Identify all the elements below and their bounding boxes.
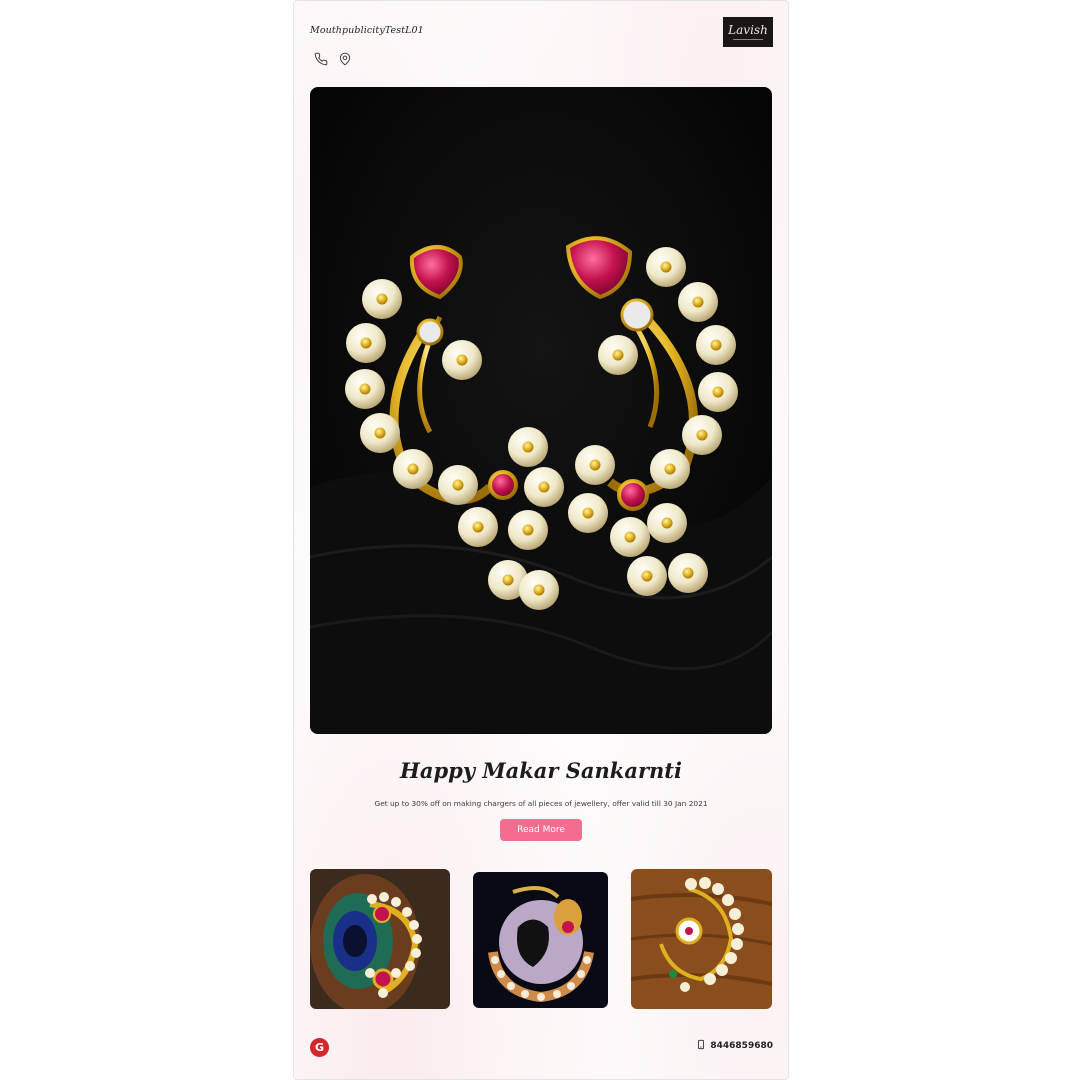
logo-underline (733, 39, 763, 40)
mobile-phone-icon (696, 1039, 706, 1053)
brand-name: MouthpublicityTestL01 (310, 25, 424, 36)
gallery-image-2[interactable] (473, 872, 608, 1008)
logo[interactable]: Lavish (723, 17, 773, 47)
offer-description: Get up to 30% off on making chargers of … (374, 799, 708, 808)
gallery-image-1[interactable] (310, 869, 450, 1009)
earrings-illustration (310, 87, 772, 734)
phone-icon[interactable] (314, 51, 328, 66)
hero-jewellery-image[interactable] (310, 87, 772, 734)
location-pin-icon[interactable] (338, 51, 352, 66)
phone-number-link[interactable]: 8446859680 (696, 1039, 773, 1053)
google-icon[interactable]: G (310, 1038, 329, 1057)
google-letter: G (314, 1041, 325, 1054)
logo-text: Lavish (728, 23, 768, 37)
phone-number: 8446859680 (710, 1041, 773, 1051)
read-more-button[interactable]: Read More (500, 819, 582, 841)
nath-peacock-silhouette-illustration (473, 872, 608, 1008)
contact-icons (314, 51, 352, 66)
business-card-page: MouthpublicityTestL01 Lavish Happy Makar… (293, 0, 789, 1080)
offer-title: Happy Makar Sankarnti (400, 758, 682, 783)
gallery-image-3[interactable] (631, 869, 772, 1009)
nath-wooden-background-illustration (631, 869, 772, 1009)
nath-peacock-feather-illustration (310, 869, 450, 1009)
